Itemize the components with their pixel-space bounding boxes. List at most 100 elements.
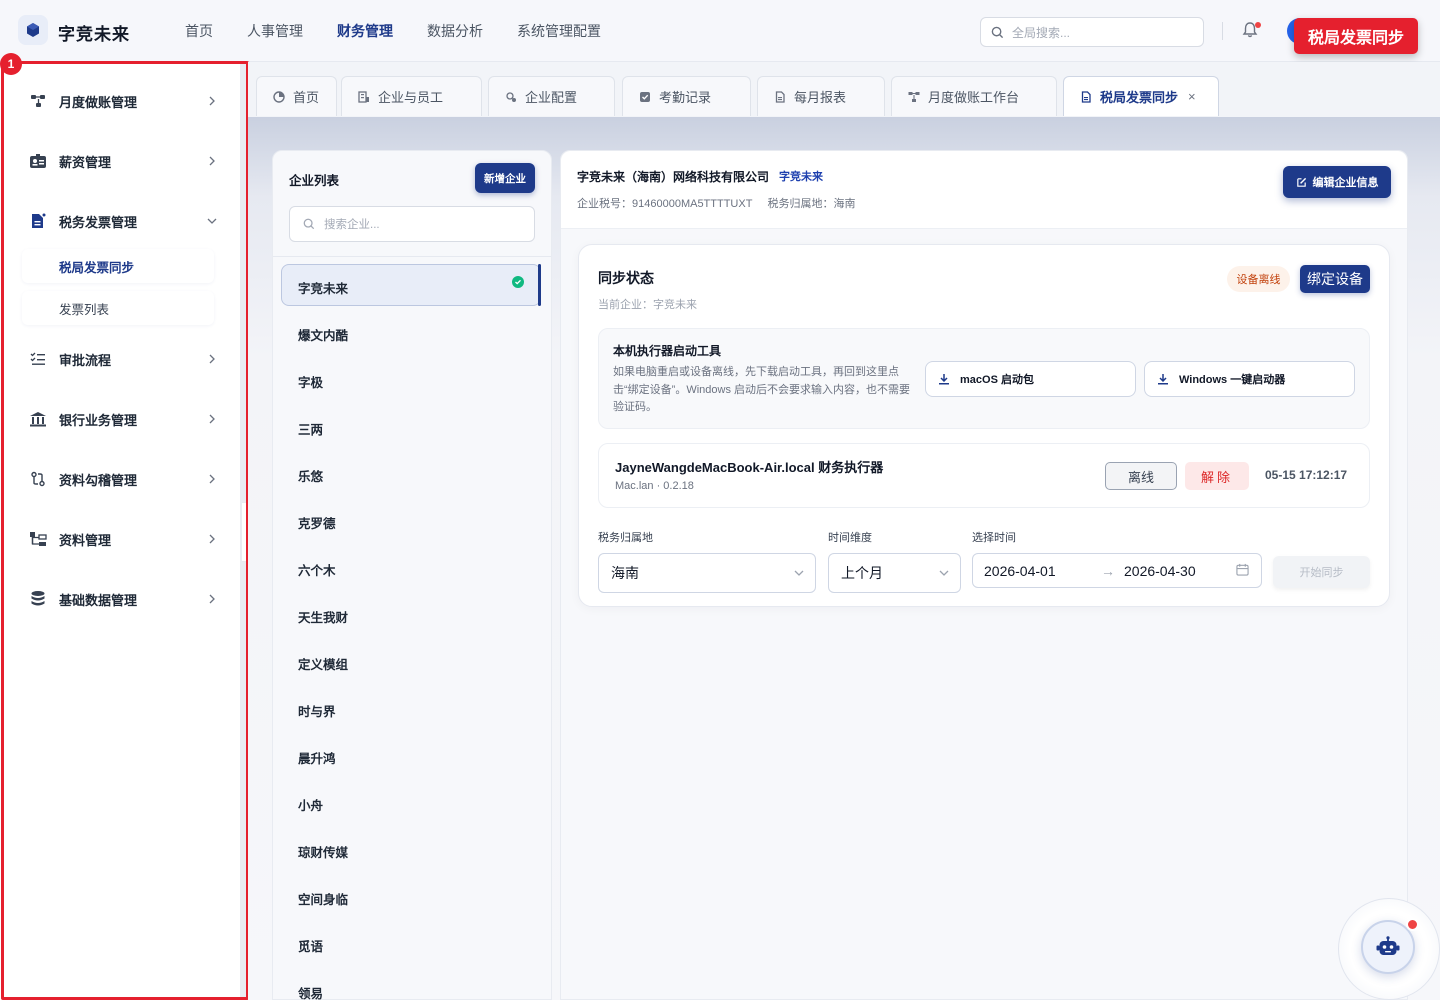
company-header <box>561 151 1407 229</box>
sidebar-item-reconciliation[interactable]: 资料勾稽管理 <box>28 467 218 491</box>
company-item[interactable]: 空间身临 <box>298 889 348 908</box>
date-end[interactable]: 2026-04-30 <box>1124 563 1196 579</box>
download-icon <box>938 373 950 385</box>
sync-title: 同步状态 <box>598 270 654 286</box>
tab-attendance[interactable]: 考勤记录 <box>622 76 751 116</box>
topnav-hr[interactable]: 人事管理 <box>247 21 303 41</box>
sidebar-subitem-invoice-list[interactable]: 发票列表 <box>22 291 214 325</box>
sidebar-item-approval[interactable]: 审批流程 <box>28 347 218 371</box>
sidebar-item-label: 资料勾稽管理 <box>59 472 138 488</box>
macos-download-label: macOS 启动包 <box>960 374 1034 386</box>
company-item[interactable]: 领易 <box>298 983 323 1000</box>
dimension-select[interactable]: 上个月 <box>828 553 961 593</box>
tab-home[interactable]: 首页 <box>256 76 337 116</box>
topnav-system[interactable]: 系统管理配置 <box>517 21 601 41</box>
folder-tree-icon <box>28 529 48 549</box>
sidebar-item-banking[interactable]: 银行业务管理 <box>28 407 218 431</box>
tab-company-staff[interactable]: 企业与员工 <box>341 76 482 116</box>
add-company-button[interactable]: 新增企业 <box>475 163 535 193</box>
executor-last-seen: 05-15 17:12:17 <box>1265 468 1348 482</box>
chevron-right-icon <box>209 534 215 544</box>
search-icon <box>991 26 1004 38</box>
annotation-badge: 1 <box>0 53 22 75</box>
tab-label: 首页 <box>293 90 320 105</box>
tab-company-config[interactable]: 企业配置 <box>488 76 615 116</box>
company-item[interactable]: 字极 <box>298 372 323 391</box>
company-item[interactable]: 乐悠 <box>298 466 323 485</box>
download-icon <box>1157 373 1169 385</box>
company-item[interactable]: 字竞未来 <box>298 278 348 297</box>
company-item[interactable]: 晨升鸿 <box>298 748 336 767</box>
annotation-callout: 税局发票同步 <box>1294 18 1418 54</box>
check-circle-icon <box>512 276 524 288</box>
tab-tax-sync[interactable]: 税局发票同步 × <box>1063 76 1219 116</box>
company-item[interactable]: 琼财传媒 <box>298 842 348 861</box>
status-badge: 设备离线 <box>1227 266 1290 292</box>
topnav-analytics[interactable]: 数据分析 <box>427 21 483 41</box>
doc-icon <box>774 90 786 103</box>
close-icon[interactable]: × <box>1188 89 1196 104</box>
calendar-icon <box>1236 563 1249 576</box>
offline-status-button[interactable]: 离线 <box>1105 462 1177 490</box>
topnav-finance[interactable]: 财务管理 <box>337 21 393 41</box>
company-item[interactable]: 克罗德 <box>298 513 336 532</box>
company-item[interactable]: 三两 <box>298 419 323 438</box>
region-select[interactable]: 海南 <box>598 553 816 593</box>
home-icon <box>273 90 285 103</box>
launcher-tool-title: 本机执行器启动工具 <box>613 344 722 358</box>
windows-download-button[interactable]: Windows 一键启动器 <box>1144 361 1355 397</box>
date-start[interactable]: 2026-04-01 <box>984 563 1056 579</box>
checklist-icon <box>28 349 48 369</box>
search-placeholder: 搜索企业... <box>324 219 380 231</box>
sidebar-item-payroll[interactable]: 薪资管理 <box>28 149 218 173</box>
sidebar-item-tax-invoice[interactable]: 税务发票管理 <box>28 209 218 233</box>
company-item[interactable]: 小舟 <box>298 795 323 814</box>
brand-name: 字竞未来 <box>58 25 130 44</box>
region-label: 税务归属地 <box>598 532 653 544</box>
company-item[interactable]: 天生我财 <box>298 607 348 626</box>
global-search-input[interactable]: 全局搜索... <box>980 17 1204 47</box>
company-item[interactable]: 爆文内酷 <box>298 325 348 344</box>
edit-company-label: 编辑企业信息 <box>1312 177 1379 189</box>
sidebar-item-monthly-accounting[interactable]: 月度做账管理 <box>28 89 218 113</box>
tab-label: 企业与员工 <box>378 90 444 105</box>
tab-label: 税局发票同步 <box>1100 90 1179 105</box>
chevron-right-icon <box>209 414 215 424</box>
start-sync-button[interactable]: 开始同步 <box>1273 556 1370 588</box>
tab-monthly-workbench[interactable]: 月度做账工作台 <box>891 76 1057 116</box>
company-item[interactable]: 定义模组 <box>298 654 348 673</box>
sidebar-item-master-data[interactable]: 基础数据管理 <box>28 587 218 611</box>
edit-company-button[interactable]: 编辑企业信息 <box>1283 166 1391 198</box>
logo[interactable] <box>18 15 48 45</box>
sidebar-subitem-tax-sync[interactable]: 税局发票同步 <box>22 249 214 283</box>
company-item[interactable]: 六个木 <box>298 560 336 579</box>
tab-monthly-report[interactable]: 每月报表 <box>757 76 885 116</box>
chevron-down-icon <box>207 218 217 224</box>
chevron-right-icon <box>209 96 215 106</box>
chevron-down-icon <box>939 570 949 576</box>
edit-icon <box>1296 177 1306 187</box>
company-item[interactable]: 觅语 <box>298 936 323 955</box>
launcher-tool-description: 如果电脑重启或设备离线，先下载启动工具，再回到这里点击“绑定设备”。Window… <box>613 366 911 413</box>
company-tax-id: 企业税号：91460000MA5TTTTUXT <box>577 198 753 210</box>
tab-label: 企业配置 <box>525 90 578 105</box>
tab-label: 每月报表 <box>794 90 847 105</box>
company-name: 字竞未来（海南）网络科技有限公司 <box>577 170 770 184</box>
sidebar-item-label: 审批流程 <box>59 352 112 368</box>
doc-icon <box>1080 90 1092 103</box>
date-range-picker[interactable]: 2026-04-01 → 2026-04-30 <box>972 553 1262 588</box>
company-item[interactable]: 时与界 <box>298 701 336 720</box>
topnav-home[interactable]: 首页 <box>185 21 213 41</box>
top-nav: 首页 人事管理 财务管理 数据分析 系统管理配置 <box>168 0 618 62</box>
chevron-right-icon <box>209 594 215 604</box>
sidebar-item-documents[interactable]: 资料管理 <box>28 527 218 551</box>
sync-current-company: 当前企业：字竞未来 <box>598 299 697 311</box>
macos-download-button[interactable]: macOS 启动包 <box>925 361 1136 397</box>
divider <box>1222 22 1223 40</box>
cube-logo-icon <box>27 23 39 37</box>
chevron-down-icon <box>794 570 804 576</box>
company-search-input[interactable]: 搜索企业... <box>289 206 535 242</box>
unbind-button[interactable]: 解除 <box>1185 462 1249 490</box>
windows-download-label: Windows 一键启动器 <box>1179 374 1286 386</box>
bind-device-button[interactable]: 绑定设备 <box>1300 265 1370 293</box>
